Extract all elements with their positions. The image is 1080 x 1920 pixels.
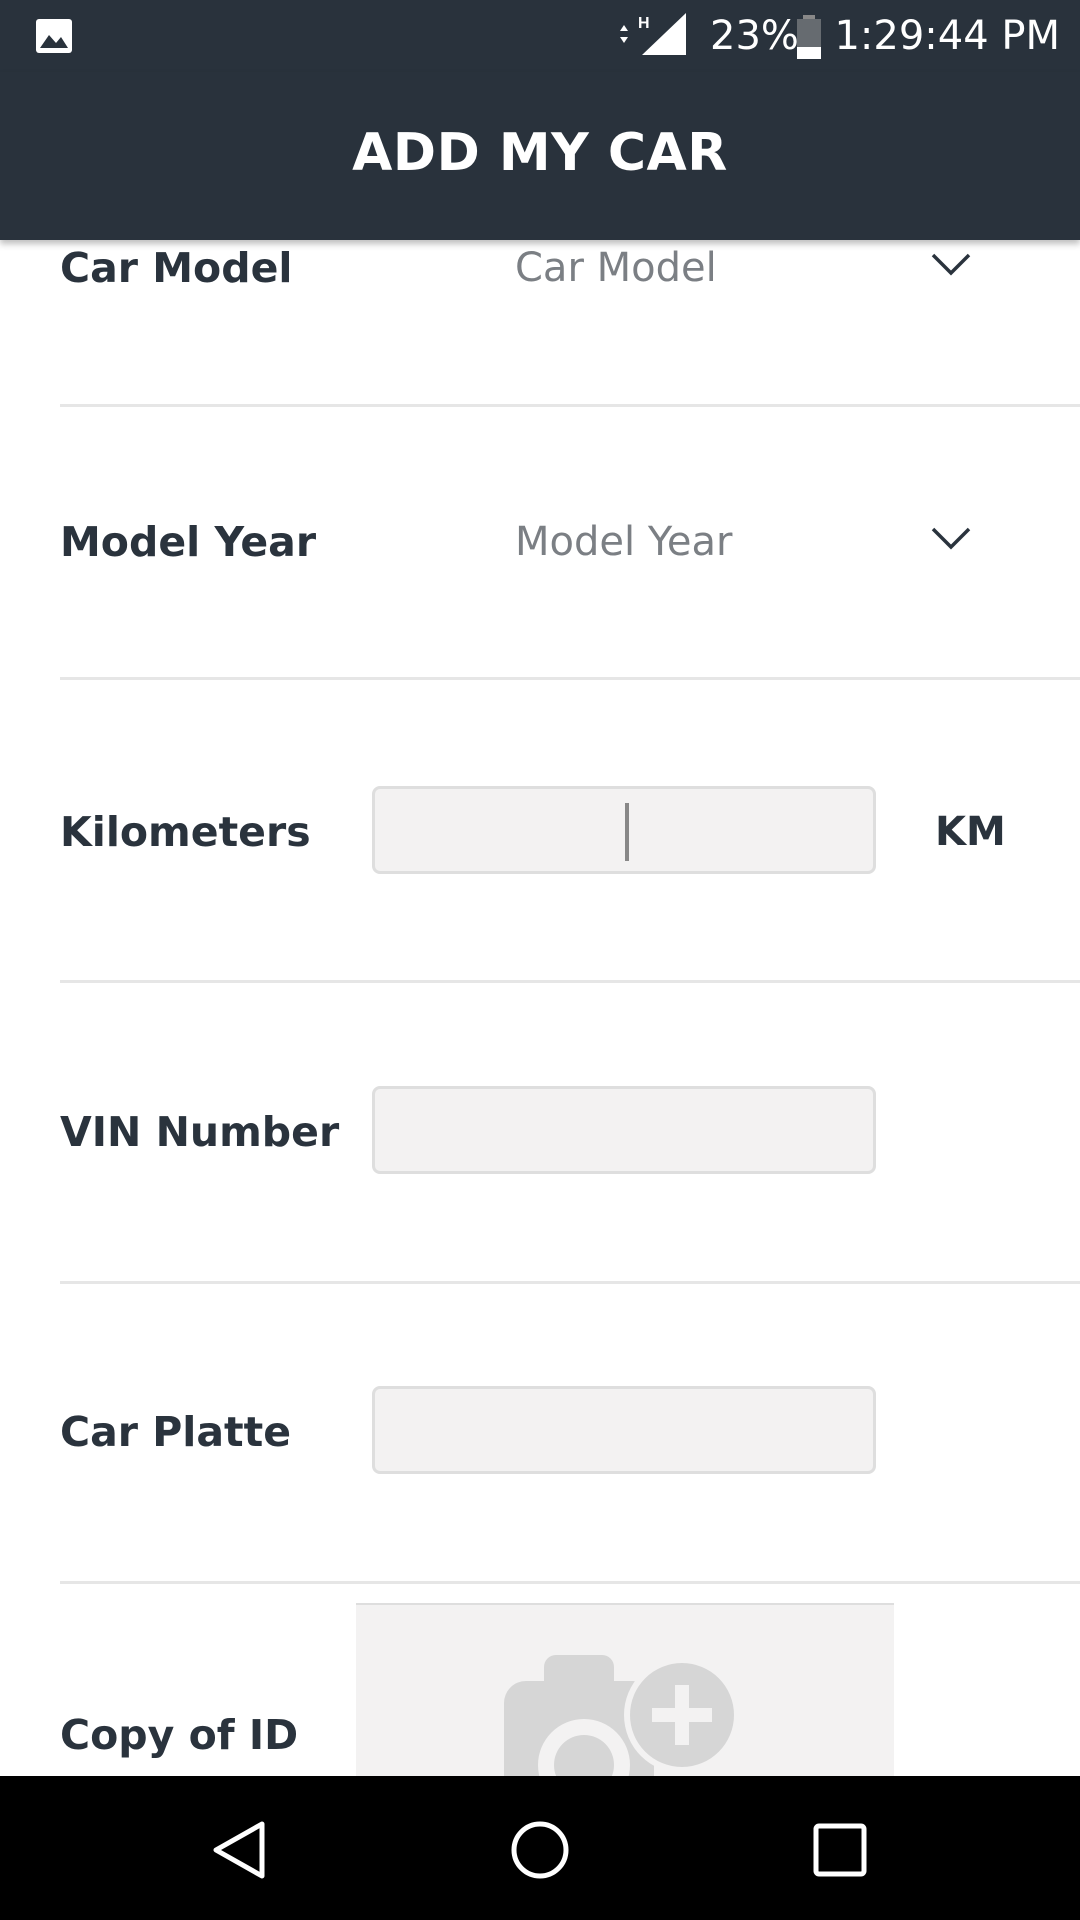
divider — [60, 404, 1080, 407]
recents-icon[interactable] — [808, 1818, 872, 1882]
text-caret — [625, 803, 629, 861]
car-model-select[interactable]: Car Model — [515, 243, 717, 293]
divider — [60, 1281, 1080, 1284]
divider — [60, 1581, 1080, 1584]
vin-label: VIN Number — [60, 1108, 340, 1156]
id-copy-label: Copy of ID — [60, 1711, 299, 1759]
navigation-bar — [0, 1776, 1080, 1920]
add-photo-icon — [504, 1655, 740, 1779]
back-icon[interactable] — [208, 1818, 272, 1882]
battery-percentage: 23% — [710, 13, 799, 59]
page-title: ADD MY CAR — [352, 123, 728, 183]
model-year-label: Model Year — [60, 518, 317, 566]
car-model-label: Car Model — [60, 244, 293, 292]
chevron-down-icon[interactable] — [930, 525, 972, 551]
chevron-down-icon[interactable] — [930, 251, 972, 277]
divider — [60, 980, 1080, 983]
add-car-form: Car Model Car Model Model Year Model Yea… — [0, 0, 1080, 1920]
battery-icon — [797, 15, 821, 59]
image-icon — [36, 19, 72, 53]
signal-icon: H — [620, 13, 686, 55]
status-bar: H 23% 1:29:44 PM — [0, 0, 1080, 72]
model-year-select[interactable]: Model Year — [515, 517, 733, 567]
app-bar: ADD MY CAR — [0, 72, 1080, 240]
kilometers-unit: KM — [935, 809, 1006, 855]
home-icon[interactable] — [508, 1818, 572, 1882]
id-photo-upload[interactable] — [356, 1603, 894, 1779]
divider — [60, 677, 1080, 680]
kilometers-label: Kilometers — [60, 808, 311, 856]
network-type-label: H — [638, 15, 650, 32]
plate-label: Car Platte — [60, 1408, 292, 1456]
plate-input[interactable] — [372, 1386, 876, 1474]
clock: 1:29:44 PM — [834, 13, 1060, 59]
kilometers-input[interactable] — [372, 786, 876, 874]
vin-input[interactable] — [372, 1086, 876, 1174]
